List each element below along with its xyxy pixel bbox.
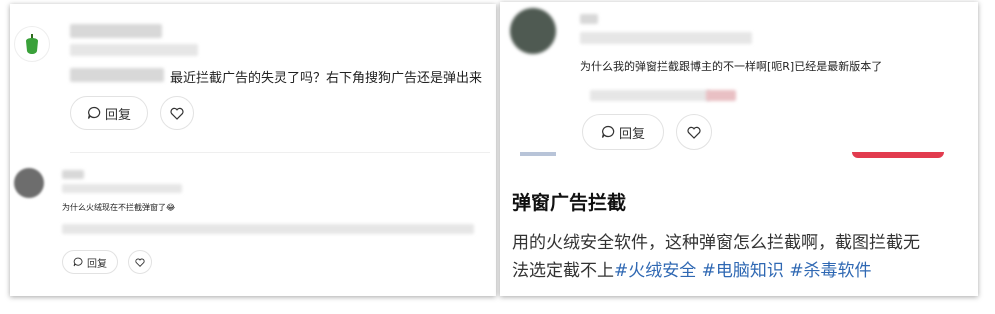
reply-label: 回复: [104, 107, 131, 123]
hashtag-link[interactable]: #杀毒软件: [789, 261, 871, 281]
avatar[interactable]: [510, 8, 556, 54]
quoted-text-blurred: [62, 224, 474, 234]
post-title: 弹窗广告拦截: [512, 192, 627, 214]
reply-button[interactable]: 回复: [62, 250, 118, 274]
hashtag-link[interactable]: #火绒安全: [614, 261, 696, 281]
user-meta-blurred: [70, 44, 198, 56]
username-blurred: [580, 14, 598, 24]
reply-label: 回复: [618, 126, 645, 142]
user-meta-blurred: [580, 32, 752, 44]
reply-button[interactable]: 回复: [70, 96, 148, 130]
left-comments-panel: 最近拦截广告的失灵了吗？右下角搜狗广告还是弹出来 回复 为什么火绒现在不拦截弹窗…: [10, 4, 496, 296]
heart-icon: [135, 258, 145, 267]
avatar[interactable]: [14, 168, 44, 198]
pepper-avatar-icon: [26, 34, 38, 54]
comment-bubble-icon: [601, 125, 615, 138]
right-post-panel: 为什么我的弹窗拦截跟博主的不一样啊[呃R]已经是最新版本了 回复 弹窗广告拦截 …: [500, 2, 978, 296]
like-button[interactable]: [128, 250, 152, 274]
comment-text: 为什么火绒现在不拦截弹窗了😂: [62, 203, 176, 212]
comment-bubble-icon: [87, 106, 101, 119]
reply-button[interactable]: 回复: [582, 114, 664, 150]
post-body-line2: 法选定截不上#火绒安全 #电脑知识 #杀毒软件: [512, 256, 872, 281]
like-button[interactable]: [160, 96, 194, 130]
like-button[interactable]: [676, 114, 712, 150]
quoted-text-blurred: [706, 90, 736, 101]
heart-icon: [687, 126, 701, 139]
quoted-text-blurred: [590, 90, 710, 101]
avatar[interactable]: [14, 26, 50, 62]
post-body-text: 法选定截不上: [512, 261, 614, 281]
hashtag-link[interactable]: #电脑知识: [702, 261, 784, 281]
comment-bubble-icon: [73, 257, 83, 267]
divider: [70, 152, 490, 153]
username-blurred: [62, 170, 84, 179]
username-blurred: [70, 24, 162, 38]
comment-text: 最近拦截广告的失灵了吗？右下角搜狗广告还是弹出来: [170, 71, 483, 86]
comment-text: 为什么我的弹窗拦截跟博主的不一样啊[呃R]已经是最新版本了: [580, 60, 883, 73]
reply-label: 回复: [87, 258, 107, 270]
image-edge-strip: [852, 152, 944, 158]
heart-icon: [170, 107, 184, 120]
mention-blurred: [70, 68, 164, 82]
user-meta-blurred: [62, 184, 182, 193]
post-body-line1: 用的火绒安全软件，这种弹窗怎么拦截啊，截图拦截无: [512, 233, 920, 253]
image-edge-strip: [520, 152, 556, 156]
